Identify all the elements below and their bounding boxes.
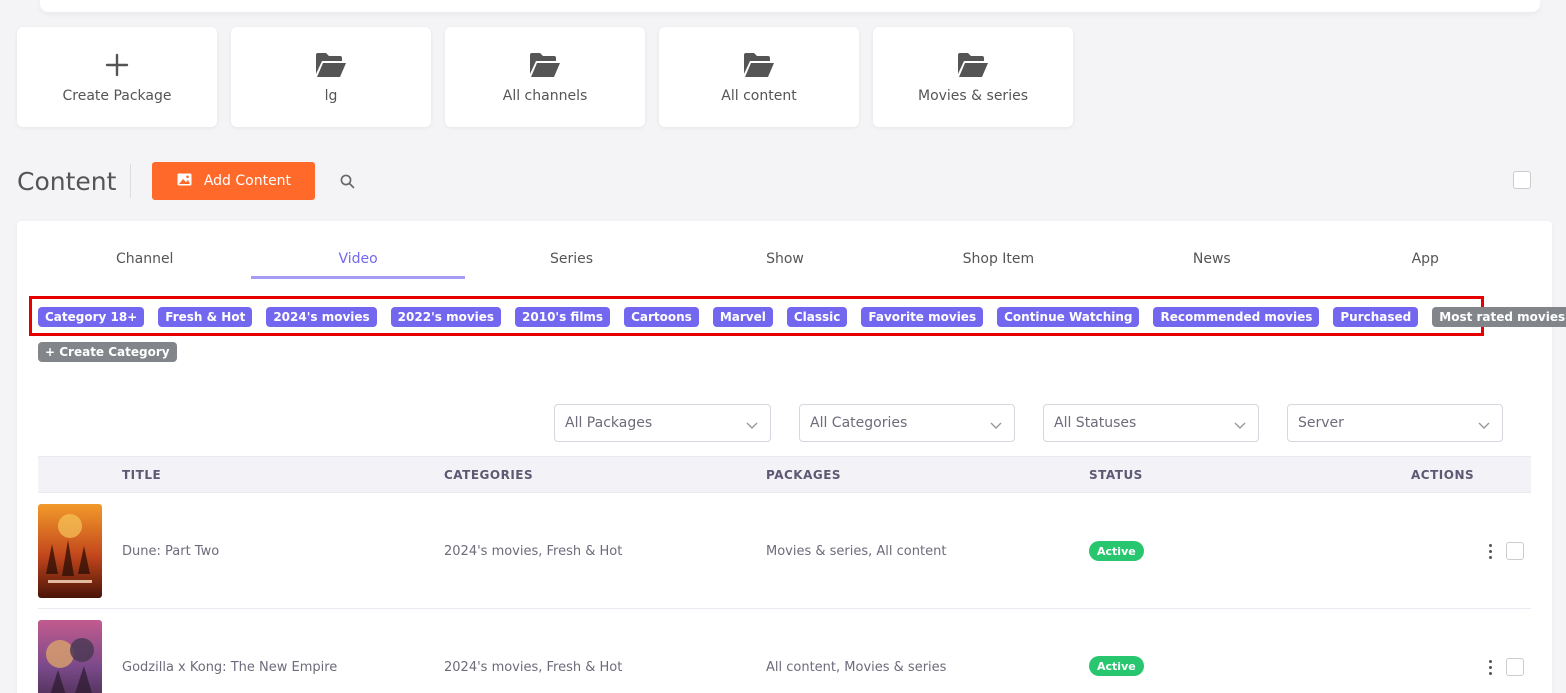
content-header: Content Add Content bbox=[17, 162, 357, 200]
folder-open-icon bbox=[743, 50, 775, 80]
select-all-checkbox[interactable] bbox=[1513, 171, 1531, 189]
movie-poster bbox=[38, 504, 102, 598]
row-title: Godzilla x Kong: The New Empire bbox=[122, 660, 338, 675]
column-header-title[interactable]: TITLE bbox=[122, 468, 161, 482]
category-chip[interactable]: Most rated movies bbox=[1432, 307, 1566, 327]
page-title: Content bbox=[17, 166, 117, 196]
tab-video[interactable]: Video bbox=[251, 241, 465, 279]
top-strip bbox=[40, 0, 1540, 12]
search-icon[interactable] bbox=[337, 171, 357, 191]
column-header-categories[interactable]: CATEGORIES bbox=[444, 468, 533, 482]
table-header: TITLE CATEGORIES PACKAGES STATUS ACTIONS bbox=[38, 456, 1531, 493]
package-card-all-content[interactable]: All content bbox=[659, 27, 859, 127]
category-list: Category 18+ Fresh & Hot 2024's movies 2… bbox=[38, 307, 1566, 327]
row-packages: Movies & series, All content bbox=[766, 544, 947, 559]
more-actions-icon[interactable] bbox=[1485, 541, 1495, 561]
tab-app[interactable]: App bbox=[1319, 241, 1532, 279]
create-category-button[interactable]: + Create Category bbox=[38, 342, 177, 362]
server-filter-value: Server bbox=[1298, 415, 1344, 431]
package-card-label: All channels bbox=[502, 88, 588, 104]
categories-filter-value: All Categories bbox=[810, 415, 908, 431]
divider bbox=[130, 164, 132, 198]
package-card-movies-series[interactable]: Movies & series bbox=[873, 27, 1073, 127]
content-tabs: Channel Video Series Show Shop Item News… bbox=[38, 241, 1532, 279]
row-packages: All content, Movies & series bbox=[766, 660, 947, 675]
row-categories: 2024's movies, Fresh & Hot bbox=[444, 544, 623, 559]
folder-open-icon bbox=[957, 50, 989, 80]
package-card-label: All content bbox=[721, 88, 797, 104]
chevron-down-icon bbox=[990, 418, 1002, 434]
package-card-all-channels[interactable]: All channels bbox=[445, 27, 645, 127]
table-row[interactable]: Dune: Part Two 2024's movies, Fresh & Ho… bbox=[38, 493, 1531, 609]
create-package-card[interactable]: Create Package bbox=[17, 27, 217, 127]
table-row[interactable]: Godzilla x Kong: The New Empire 2024's m… bbox=[38, 609, 1531, 693]
category-chip[interactable]: 2022's movies bbox=[390, 307, 502, 327]
tab-shop-item[interactable]: Shop Item bbox=[892, 241, 1105, 279]
row-categories: 2024's movies, Fresh & Hot bbox=[444, 660, 623, 675]
row-checkbox[interactable] bbox=[1506, 658, 1524, 676]
chevron-down-icon bbox=[1234, 418, 1246, 434]
folder-open-icon bbox=[529, 50, 561, 80]
categories-filter-select[interactable]: All Categories bbox=[799, 404, 1015, 442]
package-cards: Create Package lg All channels All conte… bbox=[17, 27, 1073, 127]
column-header-status[interactable]: STATUS bbox=[1089, 468, 1143, 482]
packages-filter-value: All Packages bbox=[565, 415, 653, 431]
category-chip[interactable]: Category 18+ bbox=[38, 307, 145, 327]
folder-open-icon bbox=[315, 50, 347, 80]
server-filter-select[interactable]: Server bbox=[1287, 404, 1503, 442]
package-card-label: Movies & series bbox=[917, 88, 1028, 104]
package-card-lg[interactable]: lg bbox=[231, 27, 431, 127]
category-chip[interactable]: 2010's films bbox=[515, 307, 611, 327]
category-chip[interactable]: Classic bbox=[786, 307, 848, 327]
category-chip[interactable]: Cartoons bbox=[624, 307, 699, 327]
statuses-filter-value: All Statuses bbox=[1054, 415, 1137, 431]
chevron-down-icon bbox=[1478, 418, 1490, 434]
category-chip[interactable]: Purchased bbox=[1333, 307, 1419, 327]
tab-show[interactable]: Show bbox=[678, 241, 891, 279]
category-chip[interactable]: Recommended movies bbox=[1153, 307, 1320, 327]
column-header-packages[interactable]: PACKAGES bbox=[766, 468, 841, 482]
category-chip[interactable]: Fresh & Hot bbox=[158, 307, 253, 327]
add-content-button[interactable]: Add Content bbox=[152, 162, 316, 200]
more-actions-icon[interactable] bbox=[1485, 657, 1495, 677]
package-card-label: lg bbox=[324, 88, 338, 104]
plus-icon bbox=[105, 50, 129, 80]
category-chip[interactable]: 2024's movies bbox=[266, 307, 377, 327]
category-chip[interactable]: Marvel bbox=[712, 307, 773, 327]
tab-news[interactable]: News bbox=[1105, 241, 1318, 279]
package-card-label: Create Package bbox=[62, 88, 172, 104]
image-icon bbox=[177, 173, 192, 190]
category-chip[interactable]: Favorite movies bbox=[861, 307, 984, 327]
row-title: Dune: Part Two bbox=[122, 544, 220, 559]
column-header-actions: ACTIONS bbox=[1411, 468, 1475, 482]
packages-filter-select[interactable]: All Packages bbox=[554, 404, 771, 442]
statuses-filter-select[interactable]: All Statuses bbox=[1043, 404, 1259, 442]
category-chip[interactable]: Continue Watching bbox=[997, 307, 1140, 327]
tab-series[interactable]: Series bbox=[465, 241, 678, 279]
chevron-down-icon bbox=[746, 418, 758, 434]
content-panel: Channel Video Series Show Shop Item News… bbox=[17, 221, 1566, 693]
tab-channel[interactable]: Channel bbox=[38, 241, 251, 279]
movie-poster bbox=[38, 620, 102, 693]
add-content-label: Add Content bbox=[203, 173, 292, 189]
status-badge: Active bbox=[1089, 656, 1144, 676]
row-checkbox[interactable] bbox=[1506, 542, 1524, 560]
status-badge: Active bbox=[1089, 541, 1144, 561]
